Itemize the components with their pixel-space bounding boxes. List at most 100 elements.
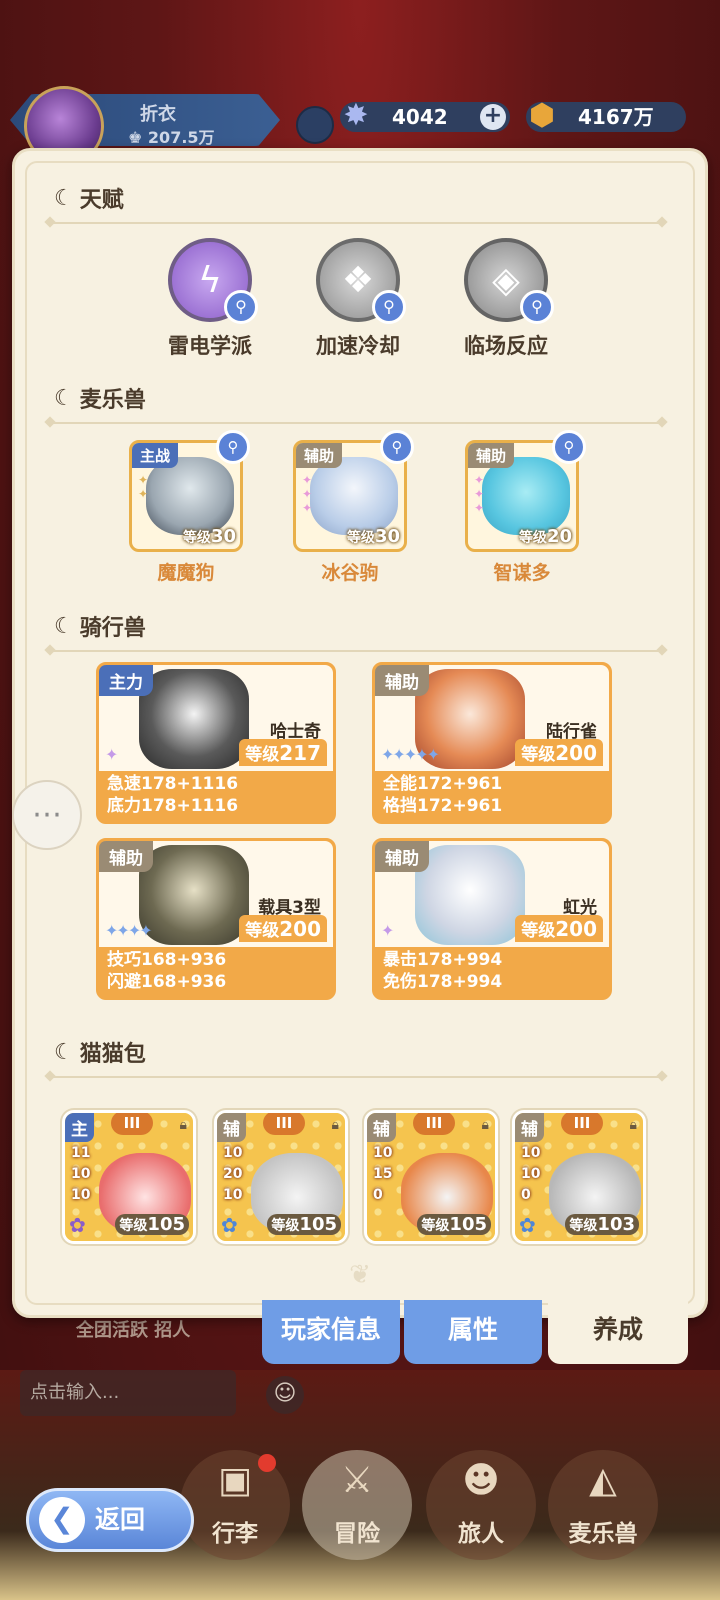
nav-pets[interactable]: ◭ 麦乐兽 [548, 1450, 658, 1560]
nav-bag[interactable]: ▣ 行李 [180, 1450, 290, 1560]
lock-icon[interactable]: 🔒︎ [332, 1117, 339, 1133]
cat-stat-numbers: 11 10 10 [71, 1143, 90, 1206]
pet-role-badge: 辅助 [468, 443, 515, 468]
magnify-icon[interactable]: ⚲ [224, 290, 258, 324]
crossed-swords-icon: ⚔ [340, 1460, 374, 1501]
add-gems-button[interactable]: + [480, 104, 506, 130]
pet-card-2[interactable]: 辅助 ✦ ✦ ✦ 等级30 ⚲ 冰谷驹 [290, 430, 414, 585]
magnify-icon[interactable]: ⚲ [380, 430, 414, 464]
mount-role-badge: 辅助 [375, 841, 429, 872]
pet-image [482, 457, 570, 535]
mount-stats: 全能172+961 格挡172+961 [383, 773, 502, 817]
pet-level-value: 30 [210, 526, 236, 547]
pet-role-badge: 辅助 [296, 443, 343, 468]
emoji-icon[interactable]: ☺ [266, 1376, 304, 1414]
mount-level-value: 200 [555, 741, 597, 765]
cat-card-2[interactable]: 辅 III 🔒︎ 10 20 10 ✿ 等级105 [214, 1110, 348, 1244]
guild-badge[interactable] [296, 106, 334, 144]
mount-card-1[interactable]: 主力 哈士奇 ✦ 等级217 急速178+1116 底力178+1116 [96, 662, 336, 824]
lock-icon[interactable]: 🔒︎ [482, 1117, 489, 1133]
mount-stat: 底力178+1116 [107, 796, 239, 816]
cat-stat: 10 [71, 1187, 91, 1203]
chat-bubble-icon[interactable]: ⋯ [12, 780, 82, 850]
tab-attributes[interactable]: 属性 [404, 1300, 542, 1364]
pet-name: 智谋多 [493, 562, 551, 584]
player-power: ♚ 207.5万 [128, 128, 215, 147]
cat-role-badge: 辅 [367, 1113, 396, 1142]
cat-card-4[interactable]: 辅 III 🔒︎ 10 10 0 ✿ 等级103 [512, 1110, 646, 1244]
cat-stat: 0 [521, 1187, 531, 1203]
pet-level-prefix: 等级 [346, 530, 375, 546]
mount-stat: 闪避168+936 [107, 972, 227, 992]
mount-card-4[interactable]: 辅助 虹光 ✦ 等级200 暴击178+994 免伤178+994 [372, 838, 612, 1000]
nav-traveler[interactable]: ☻ 旅人 [426, 1450, 536, 1560]
cat-ornament-icon: ❦ [349, 1260, 371, 1290]
cat-card-3[interactable]: 辅 III 🔒︎ 10 15 0 等级105 [364, 1110, 498, 1244]
back-arrow-icon: ❮ [39, 1497, 85, 1543]
mount-stat: 格挡172+961 [383, 796, 503, 816]
player-power-value: 207.5万 [147, 128, 215, 147]
mount-stat: 暴击178+994 [383, 950, 503, 970]
moon-icon: ☾ [54, 613, 74, 639]
chat-input[interactable]: 点击输入... [20, 1370, 236, 1416]
section-title-mounts-text: 骑行兽 [79, 616, 146, 641]
mount-role-badge: 辅助 [375, 665, 429, 696]
pet-level-prefix: 等级 [518, 530, 547, 546]
back-label: 返回 [95, 1505, 146, 1534]
cat-level: 等级103 [565, 1214, 639, 1235]
mount-stats: 急速178+1116 底力178+1116 [107, 773, 238, 817]
back-button[interactable]: ❮ 返回 [26, 1488, 194, 1552]
magnify-icon[interactable]: ⚲ [552, 430, 586, 464]
pet-level-prefix: 等级 [182, 530, 211, 546]
talent-item-1[interactable]: ϟ ⚲ 雷电学派 [140, 238, 280, 360]
talent-item-3[interactable]: ◈ ⚲ 临场反应 [436, 238, 576, 360]
tab-development[interactable]: 养成 [548, 1300, 688, 1364]
mount-stat: 全能172+961 [383, 774, 503, 794]
magnify-icon[interactable]: ⚲ [372, 290, 406, 324]
magnify-icon[interactable]: ⚲ [520, 290, 554, 324]
cat-stat: 10 [223, 1187, 243, 1203]
cat-level-value: 105 [449, 1214, 487, 1235]
moon-icon: ☾ [54, 385, 74, 411]
nav-bag-label: 行李 [212, 1521, 258, 1547]
lock-icon[interactable]: 🔒︎ [630, 1117, 637, 1133]
mount-card-2[interactable]: 辅助 陆行雀 ✦✦✦✦✦ 等级200 全能172+961 格挡172+961 [372, 662, 612, 824]
top-bar: 折衣 ♚ 207.5万 ✸ 4042 + ⬢ 4167万 [0, 86, 720, 166]
mount-level-value: 217 [279, 741, 321, 765]
divider [50, 422, 662, 424]
cat-level-prefix: 等级 [119, 1218, 148, 1234]
cat-card-1[interactable]: 主 III 🔒︎ 11 10 10 ✿ 等级105 [62, 1110, 196, 1244]
star-icon: ✦ ✦ ✦ [301, 473, 313, 515]
pet-level-value: 30 [374, 526, 400, 547]
mount-level-value: 200 [279, 917, 321, 941]
cat-stat: 20 [223, 1166, 243, 1182]
pet-card-1[interactable]: 主战 ✦ ✦ 等级30 ⚲ 魔魔狗 [126, 430, 250, 585]
magnify-icon[interactable]: ⚲ [216, 430, 250, 464]
chat-channel-links[interactable]: 全团活跃 招人 [76, 1316, 190, 1342]
paw-icon: ✿ [69, 1213, 86, 1237]
cat-stat: 10 [223, 1145, 243, 1161]
mount-portrait: 主力 哈士奇 ✦ 等级217 [99, 665, 333, 771]
cat-level-value: 103 [597, 1214, 635, 1235]
cat-stat: 10 [71, 1166, 91, 1182]
pet-level: 等级30 [183, 526, 236, 547]
nav-traveler-label: 旅人 [458, 1521, 504, 1547]
mount-stats: 技巧168+936 闪避168+936 [107, 949, 226, 993]
mount-card-3[interactable]: 辅助 载具3型 ✦✦✦✦ 等级200 技巧168+936 闪避168+936 [96, 838, 336, 1000]
divider [50, 1076, 662, 1078]
lock-icon[interactable]: 🔒︎ [180, 1117, 187, 1133]
pet-card-3[interactable]: 辅助 ✦ ✦ ✦ 等级20 ⚲ 智谋多 [462, 430, 586, 585]
mount-level-prefix: 等级 [245, 745, 280, 765]
mount-portrait: 辅助 虹光 ✦ 等级200 [375, 841, 609, 947]
pet-level: 等级20 [519, 526, 572, 547]
divider [50, 650, 662, 652]
cat-tier-badge: III [561, 1113, 603, 1135]
cat-stat: 10 [521, 1145, 541, 1161]
nav-adventure-label: 冒险 [334, 1521, 380, 1547]
nav-adventure[interactable]: ⚔ 冒险 [302, 1450, 412, 1560]
tab-player-info[interactable]: 玩家信息 [262, 1300, 400, 1364]
mount-role-badge: 辅助 [99, 841, 153, 872]
talent-item-2[interactable]: ❖ ⚲ 加速冷却 [288, 238, 428, 360]
mount-level-prefix: 等级 [521, 921, 556, 941]
star-icon: ✦ [381, 921, 394, 940]
